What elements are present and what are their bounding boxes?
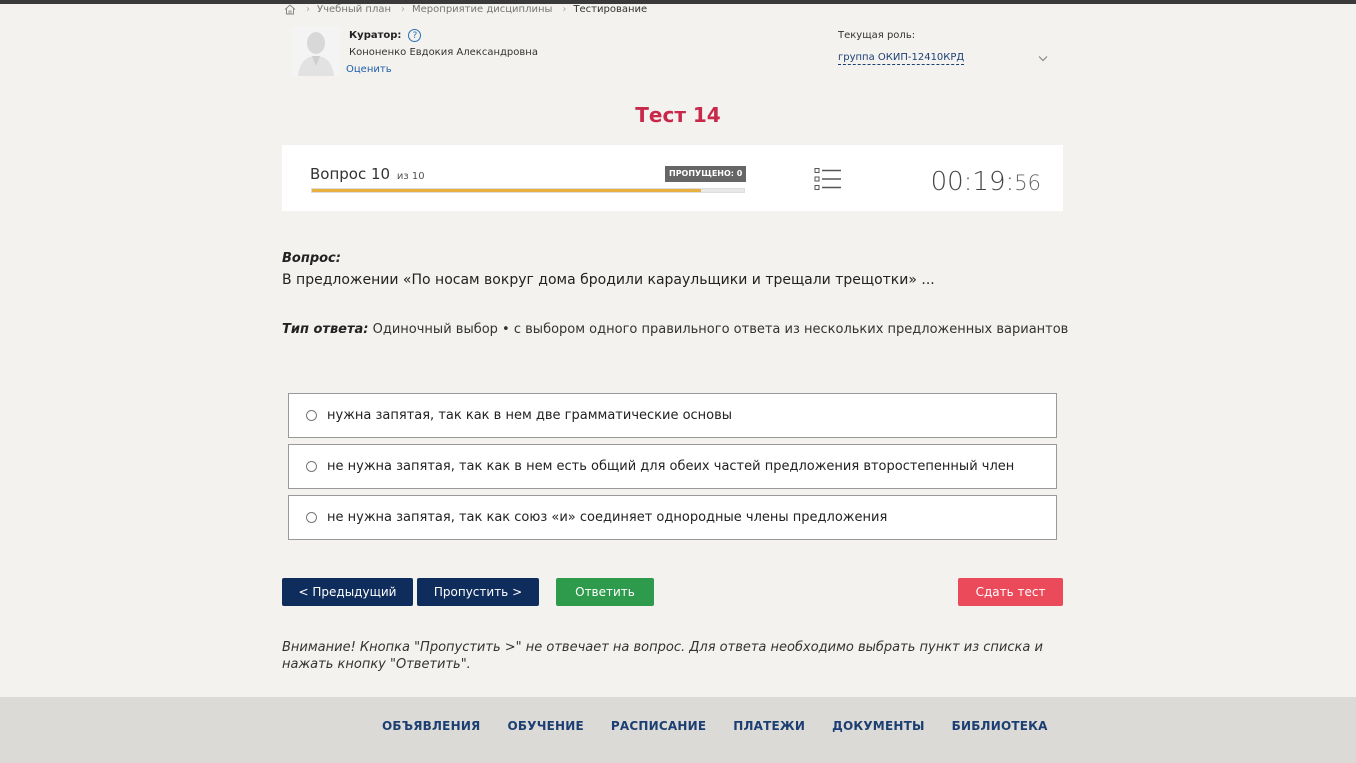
question-list-icon[interactable] (814, 167, 842, 191)
chevron-right-icon: › (401, 3, 406, 15)
footer-link-education[interactable]: ОБУЧЕНИЕ (508, 719, 584, 733)
question-total: из 10 (396, 171, 425, 182)
user-silhouette-icon (292, 26, 340, 76)
curator-name: Кононенко Евдокия Александровна (349, 47, 538, 58)
skipped-badge: ПРОПУЩЕНО: 0 (665, 166, 747, 182)
footer-link-announcements[interactable]: ОБЪЯВЛЕНИЯ (382, 719, 481, 733)
timer-seconds: 56 (1014, 171, 1041, 195)
progress-fill (312, 189, 701, 192)
skip-button[interactable]: Пропустить > (417, 578, 539, 606)
answer-type-value: Одиночный выбор • с выбором одного прави… (368, 322, 1069, 337)
breadcrumb-item-discipline-event[interactable]: › Мероприятие дисциплины (391, 4, 552, 15)
notice-text: Внимание! Кнопка "Пропустить >" не отвеч… (282, 640, 1043, 672)
footer: ОБЪЯВЛЕНИЯ ОБУЧЕНИЕ РАСПИСАНИЕ ПЛАТЕЖИ Д… (0, 697, 1356, 763)
home-icon[interactable] (284, 3, 296, 15)
breadcrumb-home[interactable] (284, 3, 296, 15)
current-role-label: Текущая роль: (838, 30, 916, 41)
breadcrumb-item-study-plan[interactable]: › Учебный план (296, 4, 391, 15)
radio-button[interactable] (306, 512, 317, 523)
question-label: Вопрос: (282, 251, 341, 266)
role-value[interactable]: группа ОКИП-12410КРД (838, 52, 965, 65)
footer-link-documents[interactable]: ДОКУМЕНТЫ (832, 719, 925, 733)
question-counter: Вопрос 10 из 10 (310, 165, 425, 183)
chevron-right-icon: › (306, 3, 310, 15)
top-bar (0, 0, 1356, 4)
question-text: В предложении «По носам вокруг дома брод… (282, 272, 935, 288)
breadcrumb-label[interactable]: Мероприятие дисциплины (412, 4, 552, 15)
radio-button[interactable] (306, 461, 317, 472)
previous-button[interactable]: < Предыдущий (282, 578, 413, 606)
radio-button[interactable] (306, 410, 317, 421)
answer-option-text[interactable]: нужна запятая, так как в нем две граммат… (327, 408, 732, 423)
answer-button[interactable]: Ответить (556, 578, 654, 606)
finish-test-button[interactable]: Сдать тест (958, 578, 1063, 606)
breadcrumb-label[interactable]: Учебный план (317, 4, 391, 15)
answer-type-label: Тип ответа: (282, 322, 369, 337)
footer-link-payments[interactable]: ПЛАТЕЖИ (733, 719, 805, 733)
timer-main: 00:19: (930, 167, 1015, 197)
page-title: Тест 14 (635, 103, 721, 127)
footer-link-library[interactable]: БИБЛИОТЕКА (952, 719, 1048, 733)
answer-type: Тип ответа: Одиночный выбор • с выбором … (282, 322, 1068, 337)
footer-nav: ОБЪЯВЛЕНИЯ ОБУЧЕНИЕ РАСПИСАНИЕ ПЛАТЕЖИ Д… (382, 719, 1075, 733)
curator-avatar (292, 26, 340, 76)
progress-bar (311, 188, 745, 193)
help-icon[interactable]: ? (408, 29, 422, 42)
curator-title: Куратор: ? (349, 29, 422, 42)
footer-link-schedule[interactable]: РАСПИСАНИЕ (611, 719, 706, 733)
breadcrumb-item-testing: › Тестирование (552, 4, 647, 15)
chevron-down-icon[interactable] (1038, 55, 1048, 62)
breadcrumb-label-current: Тестирование (573, 3, 648, 15)
question-number: Вопрос 10 (310, 165, 391, 183)
breadcrumb: › Учебный план › Мероприятие дисциплины … (284, 3, 647, 15)
answer-option[interactable]: не нужна запятая, так как в нем есть общ… (288, 444, 1057, 489)
rate-curator-link[interactable]: Оценить (346, 64, 392, 75)
answer-option[interactable]: нужна запятая, так как в нем две граммат… (288, 393, 1057, 438)
timer: 00:19:56 (931, 167, 1041, 197)
progress-panel: Вопрос 10 из 10 ПРОПУЩЕНО: 0 00:19:56 (282, 145, 1063, 211)
answer-option-text[interactable]: не нужна запятая, так как союз «и» соеди… (327, 510, 887, 525)
role-select[interactable]: группа ОКИП-12410КРД (838, 50, 1048, 66)
curator-label: Куратор: (349, 30, 402, 41)
chevron-right-icon: › (562, 3, 567, 15)
answer-option-text[interactable]: не нужна запятая, так как в нем есть общ… (327, 459, 1014, 474)
answer-option[interactable]: не нужна запятая, так как союз «и» соеди… (288, 495, 1057, 540)
